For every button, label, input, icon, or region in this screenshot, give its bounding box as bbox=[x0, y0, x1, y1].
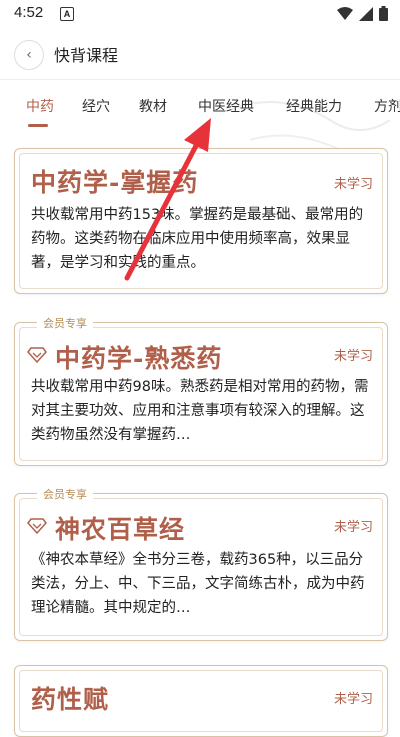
tab-fangji[interactable]: 方剂 bbox=[374, 96, 400, 116]
active-tab-indicator bbox=[28, 124, 48, 127]
course-card[interactable]: 会员专享 神农百草经 未学习 《神农本草经》全书分三卷，载药365种，以三品分类… bbox=[14, 486, 388, 641]
back-icon: ‹ bbox=[26, 47, 32, 63]
category-tabs: 中药 经穴 教材 中医经典 经典能力 方剂 bbox=[0, 80, 400, 130]
study-status: 未学习 bbox=[333, 692, 373, 707]
signal-icon bbox=[359, 6, 373, 21]
tab-jiaocai[interactable]: 教材 bbox=[139, 96, 167, 116]
study-status: 未学习 bbox=[333, 520, 373, 535]
tab-zhongyao[interactable]: 中药 bbox=[26, 96, 54, 116]
card-description: 共收载常用中药98味。熟悉药是相对常用的药物，需对其主要功效、应用和注意事项有较… bbox=[31, 379, 369, 443]
study-status: 未学习 bbox=[333, 349, 373, 364]
tab-jingdian-nengli[interactable]: 经典能力 bbox=[286, 96, 342, 116]
back-button[interactable]: ‹ bbox=[14, 40, 44, 70]
diamond-icon bbox=[27, 347, 47, 363]
status-icons bbox=[337, 6, 388, 21]
member-only-badge: 会员专享 bbox=[37, 315, 93, 331]
diamond-icon bbox=[27, 518, 47, 534]
card-title: 中药学-掌握药 bbox=[31, 168, 199, 197]
notification-icon: A bbox=[60, 7, 74, 21]
course-card[interactable]: 药性赋 未学习 bbox=[14, 665, 388, 737]
page-title: 快背课程 bbox=[54, 46, 119, 65]
study-status: 未学习 bbox=[333, 177, 373, 192]
course-card[interactable]: 会员专享 中药学-熟悉药 未学习 共收载常用中药98味。熟悉药是相对常用的药物，… bbox=[14, 315, 388, 466]
card-title: 神农百草经 bbox=[55, 515, 186, 544]
card-description: 共收载常用中药153味。掌握药是最基础、最常用的药物。这类药物在临床应用中使用频… bbox=[31, 207, 364, 271]
wifi-icon bbox=[337, 6, 353, 20]
battery-icon bbox=[379, 6, 388, 21]
top-app-bar: ‹ 快背课程 bbox=[0, 28, 400, 80]
tab-jingxue[interactable]: 经穴 bbox=[82, 96, 110, 116]
status-time: 4:52 bbox=[14, 4, 44, 21]
status-bar: 4:52 A bbox=[0, 0, 400, 28]
tab-zhongyi-jingdian[interactable]: 中医经典 bbox=[198, 96, 254, 116]
member-only-badge: 会员专享 bbox=[37, 486, 93, 502]
card-title: 中药学-熟悉药 bbox=[55, 344, 223, 373]
course-card[interactable]: 中药学-掌握药 未学习 共收载常用中药153味。掌握药是最基础、最常用的药物。这… bbox=[14, 148, 388, 294]
card-description: 《神农本草经》全书分三卷，载药365种，以三品分类法，分上、中、下三品，文字简练… bbox=[31, 552, 365, 616]
